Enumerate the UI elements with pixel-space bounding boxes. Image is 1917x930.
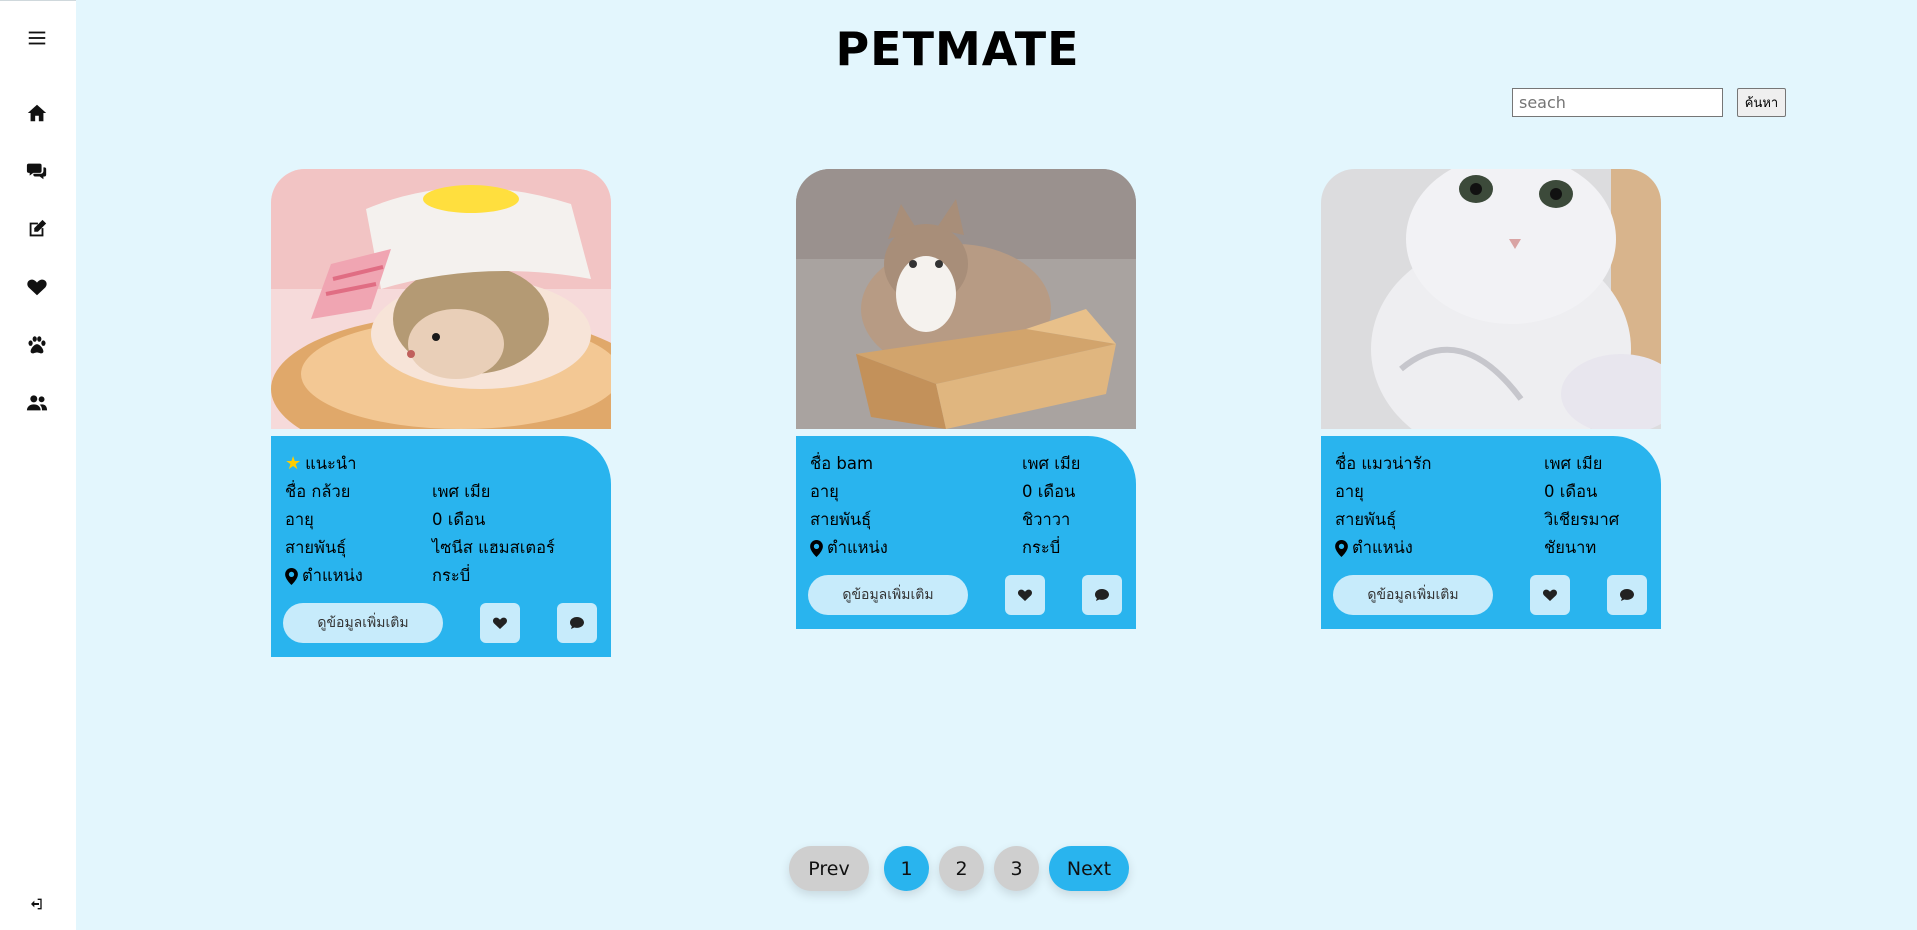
pet-age: 0 เดือน [1022,482,1076,501]
more-info-button[interactable]: ดูข้อมูลเพิ่มเติม [808,575,968,615]
page-button-1[interactable]: 1 [884,846,929,891]
search-button[interactable]: ค้นหา [1737,88,1786,117]
menu-icon[interactable] [24,25,50,51]
comment-icon [1620,589,1634,601]
pet-card: ★ แนะนำ ชื่อ กล้วย เพศ เมีย อายุ 0 เดือน… [271,169,611,657]
pet-info: ชื่อ แมวน่ารัก เพศ เมีย อายุ 0 เดือน สาย… [1321,436,1661,629]
pet-card: ชื่อ bam เพศ เมีย อายุ 0 เดือน สายพันธุ์… [796,169,1136,629]
heart-icon [1017,589,1033,601]
pet-location: กระบี่ [1022,538,1061,557]
pet-age: 0 เดือน [1544,482,1598,501]
edit-icon[interactable] [24,216,50,242]
location-label: ตำแหน่ง [302,566,363,585]
pet-info: ชื่อ bam เพศ เมีย อายุ 0 เดือน สายพันธุ์… [796,436,1136,629]
home-icon[interactable] [24,100,50,126]
location-pin-icon [1335,539,1348,557]
comment-icon [1095,589,1109,601]
pet-location: กระบี่ [432,566,471,585]
location-label: ตำแหน่ง [1352,538,1413,557]
paw-icon[interactable] [24,332,50,358]
pet-breed: ชิวาวา [1022,510,1071,529]
prev-page-button[interactable]: Prev [789,846,869,891]
logout-icon[interactable] [24,891,50,917]
pet-age: 0 เดือน [432,510,486,529]
search-input[interactable] [1512,88,1723,117]
star-icon: ★ [285,453,302,474]
message-button[interactable] [1607,575,1647,615]
location-label: ตำแหน่ง [827,538,888,557]
cat-in-box-photo[interactable] [796,169,1136,429]
hedgehog-photo[interactable] [271,169,611,429]
pet-location: ชัยนาท [1544,538,1597,557]
pet-name: ชื่อ กล้วย [285,482,351,501]
users-icon[interactable] [24,390,50,416]
message-button[interactable] [557,603,597,643]
age-label: อายุ [285,510,314,529]
pet-breed: วิเชียรมาศ [1544,510,1620,529]
heart-icon[interactable] [24,274,50,300]
pet-gender: เพศ เมีย [1022,454,1081,473]
white-cat-photo[interactable] [1321,169,1661,429]
like-button[interactable] [1005,575,1045,615]
page-button-3[interactable]: 3 [994,846,1039,891]
breed-label: สายพันธุ์ [285,538,347,557]
pagination: Prev 1 2 3 Next [789,846,1129,891]
page-title: PETMATE [835,22,1080,76]
breed-label: สายพันธุ์ [1335,510,1397,529]
age-label: อายุ [810,482,839,501]
message-button[interactable] [1082,575,1122,615]
comment-icon [570,617,584,629]
chat-icon[interactable] [24,158,50,184]
more-info-button[interactable]: ดูข้อมูลเพิ่มเติม [283,603,443,643]
location-pin-icon [810,539,823,557]
location-pin-icon [285,567,298,585]
pet-breed: ไซนีส แฮมสเตอร์ [432,538,555,557]
pet-info: ★ แนะนำ ชื่อ กล้วย เพศ เมีย อายุ 0 เดือน… [271,436,611,657]
heart-icon [1542,589,1558,601]
pet-gender: เพศ เมีย [1544,454,1603,473]
more-info-button[interactable]: ดูข้อมูลเพิ่มเติม [1333,575,1493,615]
page-button-2[interactable]: 2 [939,846,984,891]
like-button[interactable] [480,603,520,643]
age-label: อายุ [1335,482,1364,501]
recommended-label: แนะนำ [305,454,357,473]
pet-card: ชื่อ แมวน่ารัก เพศ เมีย อายุ 0 เดือน สาย… [1321,169,1661,629]
breed-label: สายพันธุ์ [810,510,872,529]
sidebar [0,0,76,930]
pet-gender: เพศ เมีย [432,482,491,501]
next-page-button[interactable]: Next [1049,846,1129,891]
like-button[interactable] [1530,575,1570,615]
pet-name: ชื่อ แมวน่ารัก [1335,454,1432,473]
heart-icon [492,617,508,629]
pet-name: ชื่อ bam [810,454,874,473]
